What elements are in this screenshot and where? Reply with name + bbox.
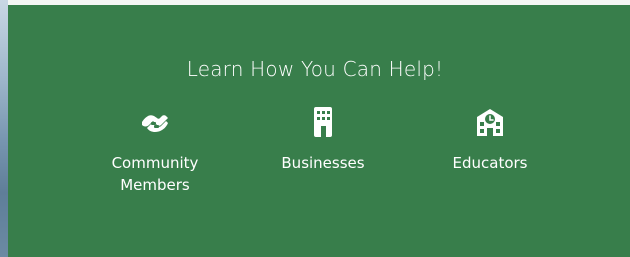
handshake-icon	[142, 115, 168, 132]
building-icon	[314, 107, 332, 137]
educators-link[interactable]: Educators	[415, 104, 565, 174]
educators-label: Educators	[452, 154, 528, 172]
community-members-label: Community Members	[111, 154, 199, 194]
school-icon	[477, 109, 503, 136]
community-members-link[interactable]: Community Members	[80, 104, 230, 196]
section-heading: Learn How You Can Help!	[186, 57, 444, 81]
background-image-edge	[0, 0, 8, 257]
businesses-link[interactable]: Businesses	[248, 104, 398, 174]
businesses-label: Businesses	[281, 154, 365, 172]
